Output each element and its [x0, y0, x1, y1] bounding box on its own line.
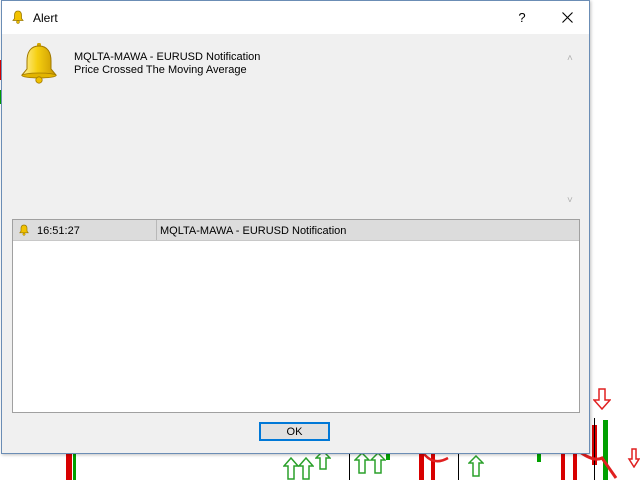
list-item[interactable]: 16:51:27 MQLTA-MAWA - EURUSD Notificatio…	[13, 220, 579, 241]
scroll-down-icon[interactable]: ˅	[567, 195, 573, 206]
close-button[interactable]	[545, 1, 589, 34]
candle	[561, 452, 565, 480]
bell-icon	[19, 224, 29, 236]
alert-list: 16:51:27 MQLTA-MAWA - EURUSD Notificatio…	[12, 219, 580, 413]
bell-icon	[12, 10, 24, 24]
candle	[73, 454, 76, 480]
ok-button[interactable]: OK	[259, 422, 330, 441]
title-bar: Alert ?	[2, 1, 589, 34]
candle	[66, 454, 72, 480]
scroll-up-icon[interactable]: ˄	[567, 53, 573, 64]
message-title: MQLTA-MAWA - EURUSD Notification	[74, 51, 261, 63]
candle	[573, 452, 577, 480]
candle-wick	[458, 452, 459, 480]
help-button[interactable]: ?	[500, 1, 544, 34]
arrow-down-icon	[627, 448, 640, 468]
arrow-down-icon	[593, 388, 611, 410]
window-title: Alert	[33, 11, 58, 25]
arrow-up-icon	[298, 457, 314, 480]
alert-message: MQLTA-MAWA - EURUSD Notification	[160, 225, 347, 237]
close-icon	[561, 12, 573, 23]
arrow-up-icon	[370, 452, 386, 474]
arrow-up-icon	[468, 455, 484, 477]
alert-dialog: Alert ? MQLTA-MAWA - EURUSD Notification…	[1, 0, 590, 454]
message-body: Price Crossed The Moving Average	[74, 64, 247, 76]
arrow-up-icon	[283, 457, 299, 480]
alert-time: 16:51:27	[37, 225, 80, 237]
candle-wick	[349, 452, 350, 480]
message-area: MQLTA-MAWA - EURUSD Notification Price C…	[12, 39, 578, 211]
arrow-up-icon	[354, 452, 370, 474]
column-divider	[156, 220, 157, 240]
bell-icon	[20, 43, 58, 84]
